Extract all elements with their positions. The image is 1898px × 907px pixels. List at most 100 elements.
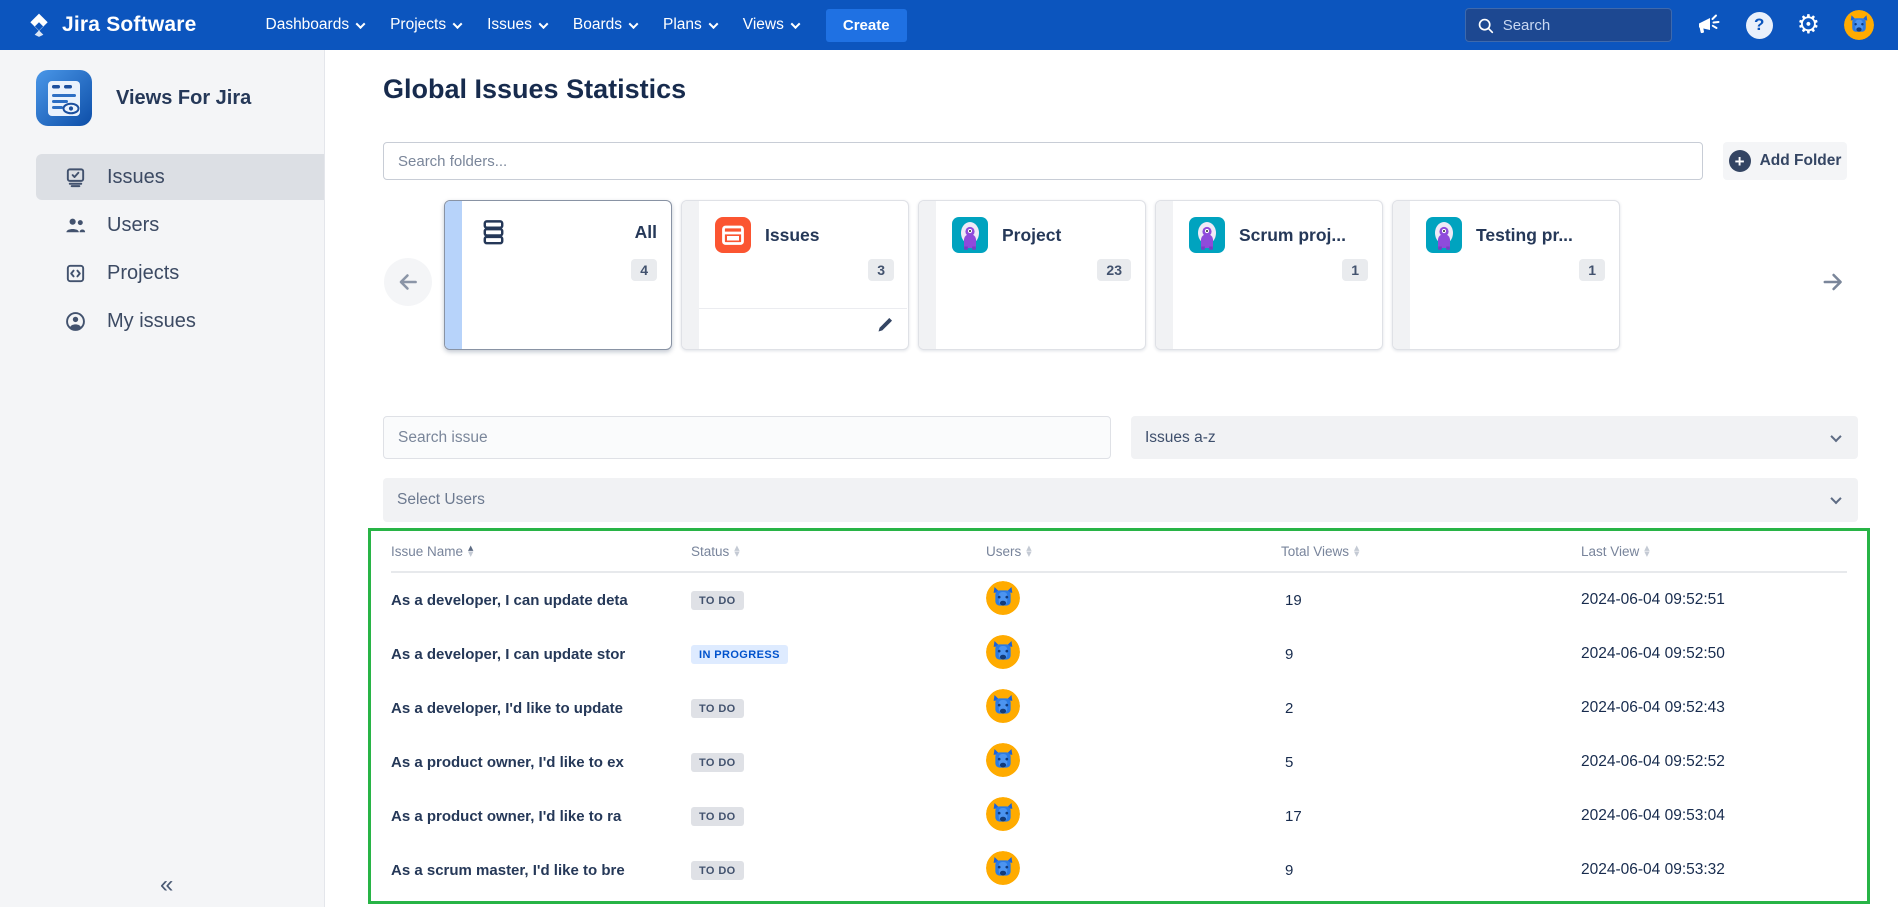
- project-icon: [1189, 217, 1225, 253]
- sidebar-item-projects[interactable]: Projects: [36, 250, 324, 296]
- main-content: Global Issues Statistics + Add Folder Al…: [326, 50, 1898, 907]
- sort-icon: ▲▼: [1644, 545, 1649, 557]
- stack-icon: [478, 217, 509, 248]
- user-avatar[interactable]: [986, 689, 1020, 723]
- folder-card-testing-pr[interactable]: Testing pr... 1: [1392, 200, 1620, 350]
- nav-item-issues[interactable]: Issues: [474, 7, 560, 43]
- jira-logo[interactable]: Jira Software: [26, 12, 197, 38]
- status-badge: TO DO: [691, 753, 744, 772]
- user-avatar[interactable]: [986, 635, 1020, 669]
- table-row[interactable]: As a product owner, I'd like to exTO DO5…: [391, 735, 1847, 789]
- table-row[interactable]: As a developer, I can update detaTO DO19…: [391, 573, 1847, 627]
- table-header: Issue Name▲▼Status▲▼Users▲▼Total Views▲▼…: [391, 531, 1847, 573]
- column-header-users[interactable]: Users▲▼: [986, 544, 1281, 559]
- nav-item-boards[interactable]: Boards: [560, 7, 650, 43]
- app-name: Views For Jira: [116, 87, 251, 110]
- sidebar-item-my-issues[interactable]: My issues: [36, 298, 324, 344]
- user-avatar[interactable]: [986, 743, 1020, 777]
- nav-item-views[interactable]: Views: [730, 7, 812, 43]
- nav-item-dashboards[interactable]: Dashboards: [253, 7, 378, 43]
- sort-icon: ▲▼: [734, 545, 739, 557]
- total-views-value: 2: [1281, 700, 1581, 717]
- user-avatar[interactable]: [986, 581, 1020, 615]
- last-view-timestamp: 2024-06-04 09:52:51: [1581, 591, 1847, 609]
- sidebar-item-issues[interactable]: Issues: [36, 154, 324, 200]
- nav-menu: DashboardsProjectsIssuesBoardsPlansViews: [253, 7, 812, 43]
- jira-diamond-icon: [26, 12, 52, 38]
- folder-count-badge: 23: [1097, 259, 1131, 281]
- folder-count-badge: 1: [1342, 259, 1368, 281]
- issue-name[interactable]: As a developer, I can update deta: [391, 592, 653, 609]
- chevron-down-icon: [538, 19, 548, 29]
- last-view-timestamp: 2024-06-04 09:53:32: [1581, 861, 1847, 879]
- gear-icon[interactable]: ⚙: [1797, 12, 1820, 38]
- folder-card-all[interactable]: All4: [444, 200, 672, 350]
- profile-avatar[interactable]: [1844, 10, 1874, 40]
- folder-card-project[interactable]: Project 23: [918, 200, 1146, 350]
- sidebar: Views For Jira IssuesUsersProjectsMy iss…: [0, 50, 325, 907]
- scroll-folders-left-button[interactable]: [384, 258, 432, 306]
- add-folder-button[interactable]: + Add Folder: [1723, 142, 1847, 180]
- folder-count-badge: 4: [631, 259, 657, 281]
- status-badge: TO DO: [691, 861, 744, 880]
- last-view-timestamp: 2024-06-04 09:52:43: [1581, 699, 1847, 717]
- issue-name[interactable]: As a product owner, I'd like to ra: [391, 808, 653, 825]
- folder-card-issues[interactable]: Issues3: [681, 200, 909, 350]
- nav-item-plans[interactable]: Plans: [650, 7, 730, 43]
- search-issue-input[interactable]: [383, 416, 1111, 459]
- issue-name[interactable]: As a product owner, I'd like to ex: [391, 754, 653, 771]
- user-avatar[interactable]: [986, 851, 1020, 885]
- top-navigation-bar: Jira Software DashboardsProjectsIssuesBo…: [0, 0, 1898, 50]
- issue-name[interactable]: As a developer, I can update stor: [391, 646, 653, 663]
- calendar-icon: [715, 217, 751, 253]
- table-body: As a developer, I can update detaTO DO19…: [391, 573, 1847, 897]
- nav-search-box[interactable]: [1465, 8, 1672, 42]
- sort-icon: ▲▼: [468, 545, 473, 557]
- user-avatar[interactable]: [986, 797, 1020, 831]
- folder-count-badge: 3: [868, 259, 894, 281]
- column-header-total-views[interactable]: Total Views▲▼: [1281, 544, 1581, 559]
- total-views-value: 17: [1281, 808, 1581, 825]
- status-badge: IN PROGRESS: [691, 645, 788, 664]
- app-header: Views For Jira: [0, 50, 324, 126]
- table-row[interactable]: As a developer, I'd like to updateTO DO2…: [391, 681, 1847, 735]
- column-header-last-view[interactable]: Last View▲▼: [1581, 544, 1847, 559]
- nav-item-projects[interactable]: Projects: [377, 7, 474, 43]
- person-icon: [64, 310, 87, 333]
- create-button[interactable]: Create: [826, 9, 907, 42]
- announcements-megaphone-icon[interactable]: [1696, 13, 1722, 37]
- issue-name[interactable]: As a scrum master, I'd like to bre: [391, 862, 653, 879]
- chevron-down-icon: [790, 19, 800, 29]
- chevron-down-icon: [1830, 493, 1841, 504]
- issues-icon: [64, 166, 87, 189]
- edit-pencil-icon[interactable]: [876, 316, 894, 339]
- sidebar-item-users[interactable]: Users: [36, 202, 324, 248]
- total-views-value: 9: [1281, 646, 1581, 663]
- select-users-dropdown[interactable]: Select Users: [383, 478, 1858, 522]
- folder-count-badge: 1: [1579, 259, 1605, 281]
- folder-title: Project: [1002, 225, 1061, 246]
- plus-icon: +: [1729, 150, 1751, 172]
- column-header-status[interactable]: Status▲▼: [691, 544, 986, 559]
- sort-order-select[interactable]: Issues a-z: [1131, 416, 1858, 459]
- table-row[interactable]: As a developer, I can update stor IN PROG…: [391, 627, 1847, 681]
- status-badge: TO DO: [691, 591, 744, 610]
- nav-right-cluster: ? ⚙: [1465, 8, 1874, 42]
- nav-search-input[interactable]: [1503, 17, 1653, 34]
- table-row[interactable]: As a scrum master, I'd like to breTO DO9…: [391, 843, 1847, 897]
- help-icon[interactable]: ?: [1746, 12, 1773, 39]
- column-header-issue-name[interactable]: Issue Name▲▼: [391, 544, 691, 559]
- views-for-jira-app-icon: [36, 70, 92, 126]
- table-row[interactable]: As a product owner, I'd like to raTO DO1…: [391, 789, 1847, 843]
- collapse-sidebar-button[interactable]: «: [160, 871, 173, 899]
- folder-title: Testing pr...: [1476, 225, 1573, 246]
- brand-text: Jira Software: [62, 13, 197, 37]
- search-folders-input[interactable]: [383, 142, 1703, 180]
- issues-table-highlighted-region: Issue Name▲▼Status▲▼Users▲▼Total Views▲▼…: [368, 528, 1870, 904]
- scroll-folders-right-button[interactable]: [1809, 258, 1857, 306]
- page-title: Global Issues Statistics: [383, 74, 686, 105]
- folder-card-scrum-proj[interactable]: Scrum proj...1: [1155, 200, 1383, 350]
- project-icon: [1426, 217, 1462, 253]
- chevron-down-icon: [356, 19, 366, 29]
- issue-name[interactable]: As a developer, I'd like to update: [391, 700, 653, 717]
